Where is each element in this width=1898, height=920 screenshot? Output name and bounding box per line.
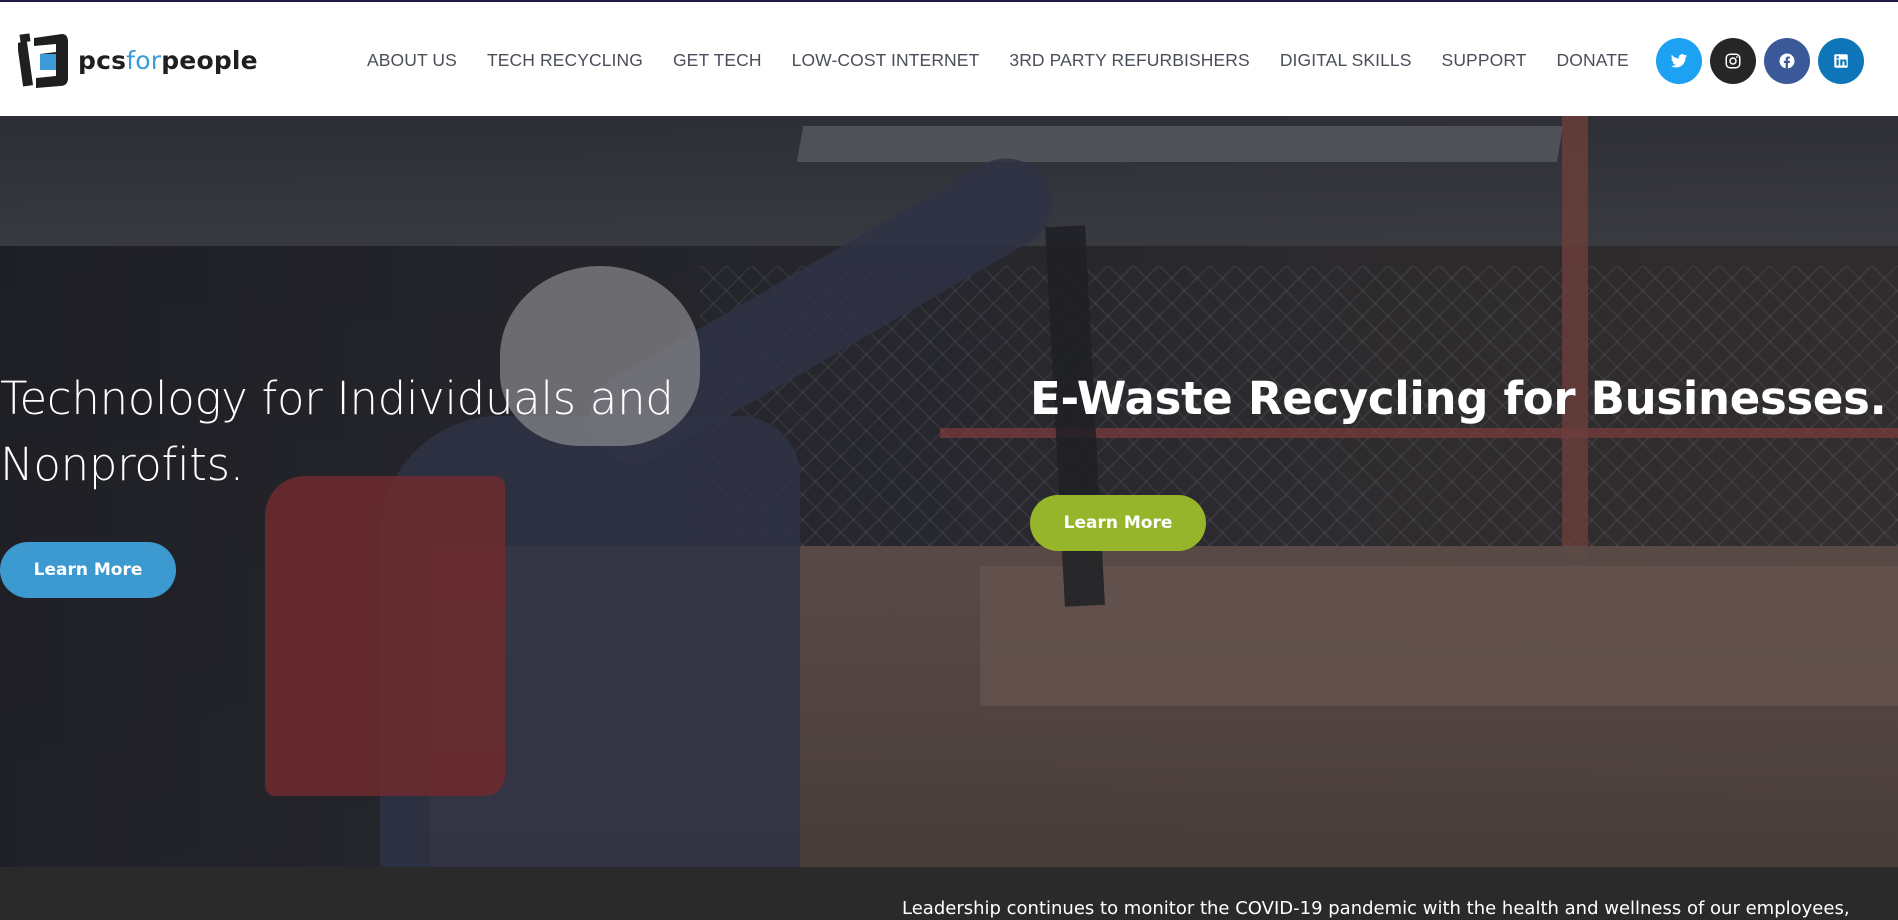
twitter-button[interactable] <box>1656 38 1702 84</box>
brand-name-part2: people <box>161 45 258 75</box>
facebook-icon <box>1779 53 1795 69</box>
linkedin-icon <box>1834 54 1848 68</box>
hero-background-boxes-back <box>980 566 1898 706</box>
twitter-icon <box>1670 54 1688 68</box>
nav-item-tech-recycling[interactable]: TECH RECYCLING <box>487 50 643 71</box>
main-nav: ABOUT US TECH RECYCLING GET TECH LOW-COS… <box>367 2 1659 118</box>
nav-item-get-tech[interactable]: GET TECH <box>673 50 762 71</box>
hero-background-post <box>1562 116 1588 586</box>
nav-item-3rd-party-refurbishers[interactable]: 3RD PARTY REFURBISHERS <box>1009 50 1249 71</box>
hero-section: Technology for Individuals and Nonprofit… <box>0 116 1898 867</box>
logo-mark-icon <box>16 28 70 92</box>
instagram-icon <box>1725 53 1741 69</box>
hero-background-pipe <box>796 126 1564 162</box>
learn-more-individuals-button[interactable]: Learn More <box>0 542 176 598</box>
hero-heading-businesses: E-Waste Recycling for Businesses. <box>1030 372 1887 425</box>
instagram-button[interactable] <box>1710 38 1756 84</box>
linkedin-button[interactable] <box>1818 38 1864 84</box>
covid-notice-bar: Leadership continues to monitor the COVI… <box>0 867 1898 920</box>
hero-heading-individuals: Technology for Individuals and Nonprofit… <box>0 372 674 491</box>
facebook-button[interactable] <box>1764 38 1810 84</box>
nav-item-support[interactable]: SUPPORT <box>1442 50 1527 71</box>
nav-item-digital-skills[interactable]: DIGITAL SKILLS <box>1280 50 1412 71</box>
hero-background-vest <box>265 476 505 796</box>
brand-name-part1: pcs <box>78 45 127 75</box>
covid-notice-text: Leadership continues to monitor the COVI… <box>902 898 1850 919</box>
social-links <box>1656 38 1872 84</box>
nav-item-about-us[interactable]: ABOUT US <box>367 50 457 71</box>
nav-item-donate[interactable]: DONATE <box>1557 50 1629 71</box>
site-header: pcsforpeople ABOUT US TECH RECYCLING GET… <box>0 0 1898 116</box>
brand-logo[interactable]: pcsforpeople <box>16 28 258 92</box>
learn-more-businesses-button[interactable]: Learn More <box>1030 495 1206 551</box>
brand-name: pcsforpeople <box>78 46 258 75</box>
brand-name-accent: for <box>126 45 162 75</box>
nav-item-low-cost-internet[interactable]: LOW-COST INTERNET <box>792 50 980 71</box>
